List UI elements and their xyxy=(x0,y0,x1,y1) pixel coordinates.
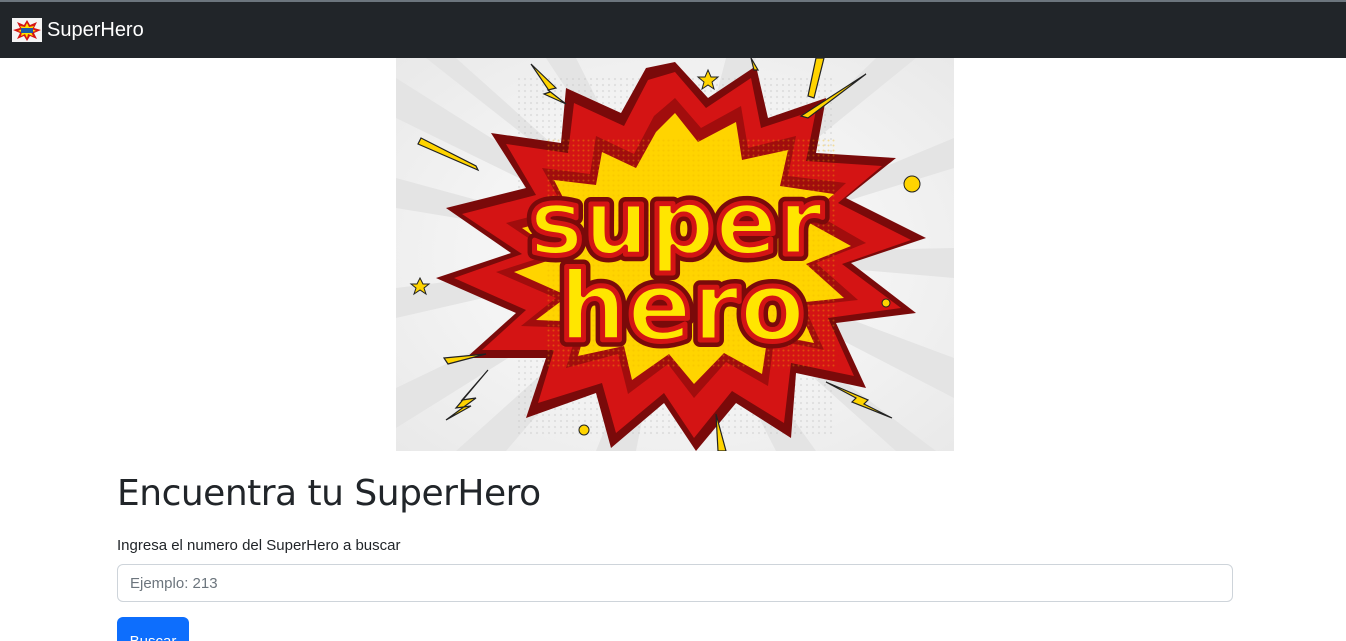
search-button[interactable]: Buscar xyxy=(117,617,189,641)
superhero-logo-icon xyxy=(12,18,47,42)
page-title: Encuentra tu SuperHero xyxy=(117,473,541,514)
brand-title: SuperHero xyxy=(47,18,144,41)
navbar-brand[interactable]: SuperHero xyxy=(12,18,144,42)
navbar: SuperHero xyxy=(0,0,1346,58)
superhero-comic-burst-image: super super hero hero xyxy=(396,58,954,451)
svg-text:hero: hero xyxy=(559,251,806,363)
search-input[interactable] xyxy=(117,564,1233,603)
search-section: Encuentra tu SuperHero Ingresa el numero… xyxy=(117,458,1233,641)
search-label: Ingresa el numero del SuperHero a buscar xyxy=(117,537,401,555)
